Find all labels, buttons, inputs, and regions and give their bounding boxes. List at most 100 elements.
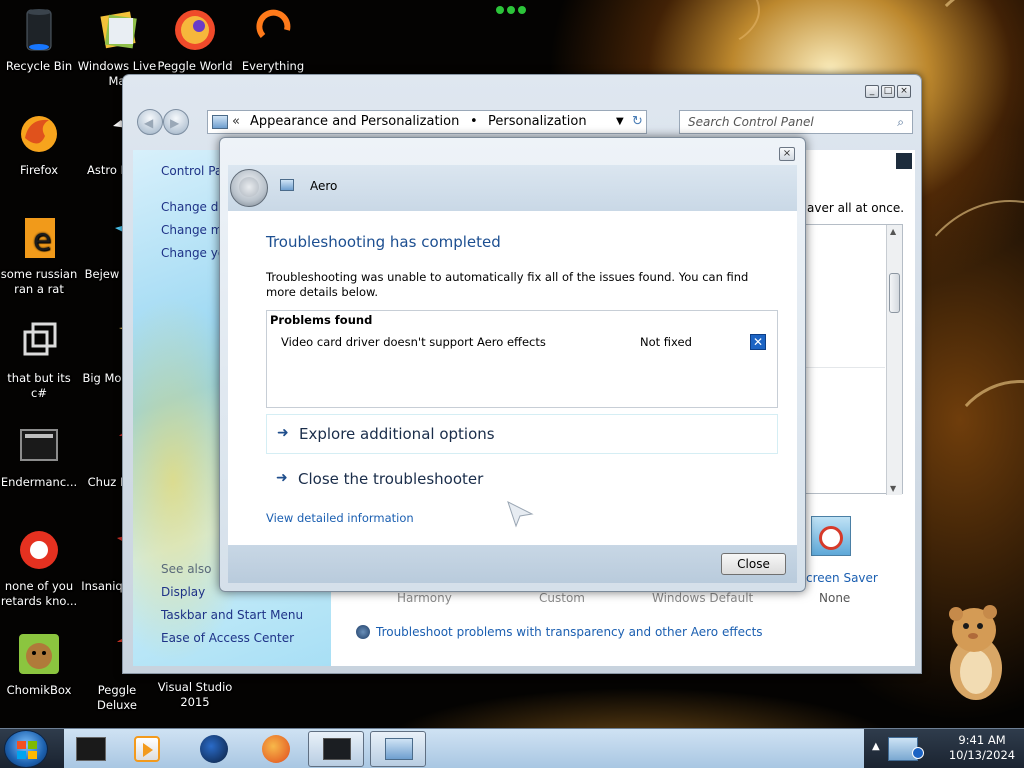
forward-button[interactable]: ▶ xyxy=(163,109,189,135)
app-icon xyxy=(15,422,63,470)
desktop-icon-endermanch[interactable]: Endermanc... xyxy=(0,422,80,490)
address-dropdown-icon[interactable]: ▼ xyxy=(616,111,624,133)
theme-label-custom: Custom xyxy=(539,591,585,605)
close-button[interactable]: Close xyxy=(721,553,786,575)
media-player-icon xyxy=(134,736,160,762)
see-also-link-display[interactable]: Display xyxy=(161,585,205,599)
close-button[interactable]: × xyxy=(897,85,911,98)
clock[interactable]: 9:41 AM 10/13/2024 xyxy=(940,733,1024,763)
see-also-label: See also xyxy=(161,562,212,576)
desktop-icon-none-of-you[interactable]: none of you retards kno... xyxy=(0,526,80,609)
control-panel-icon xyxy=(212,115,228,129)
see-also-link-ease-of-access[interactable]: Ease of Access Center xyxy=(161,631,294,645)
breadcrumb-overflow-icon[interactable]: « xyxy=(232,111,240,133)
back-button[interactable] xyxy=(230,169,268,207)
desktop-icon-visual-studio[interactable]: Visual Studio 2015 xyxy=(154,680,236,710)
theme-list: ▲ ▼ xyxy=(801,224,903,495)
problems-found-header: Problems found xyxy=(270,313,373,327)
theme-list-scrollbar[interactable]: ▲ ▼ xyxy=(886,225,902,495)
no-connection-icon xyxy=(912,747,924,759)
svg-text:e: e xyxy=(33,223,51,258)
dialog-footer: Close xyxy=(228,545,797,583)
maximize-button[interactable]: □ xyxy=(881,85,895,98)
troubleshoot-aero-link[interactable]: Troubleshoot problems with transparency … xyxy=(376,625,763,639)
nav-link-control-panel-home[interactable]: Control Par xyxy=(161,164,227,178)
screen-saver-value: None xyxy=(819,591,851,605)
recycle-bin-icon xyxy=(15,6,63,54)
completion-description: Troubleshooting was unable to automatica… xyxy=(266,270,749,299)
show-hidden-icons-icon[interactable]: ▲ xyxy=(872,741,880,752)
firefox-icon xyxy=(15,110,63,158)
explore-options-label: Explore additional options xyxy=(299,425,495,443)
taskbar-item-control-panel[interactable] xyxy=(370,731,426,767)
screen-saver-icon[interactable] xyxy=(811,516,851,556)
forward-arrow-icon: ▶ xyxy=(170,116,180,130)
top-green-indicator xyxy=(496,4,528,14)
wallpaper-swirl xyxy=(560,0,760,60)
start-button[interactable] xyxy=(4,730,48,768)
problems-found-box: Problems found Video card driver doesn't… xyxy=(266,310,778,408)
system-tray: ▲ 9:41 AM 10/13/2024 xyxy=(864,729,1024,768)
taskbar: ▲ 9:41 AM 10/13/2024 xyxy=(0,728,1024,768)
theme-label-harmony: Harmony xyxy=(397,591,452,605)
windows-logo-icon xyxy=(17,741,37,759)
partial-description: aver all at once. xyxy=(807,201,905,215)
no-sign-icon xyxy=(819,526,843,550)
globe-icon xyxy=(200,735,228,763)
search-icon[interactable]: ⌕ xyxy=(897,111,904,133)
scroll-down-button[interactable]: ▼ xyxy=(890,484,896,493)
desktop-icon-firefox[interactable]: Firefox xyxy=(0,110,80,178)
taskbar-item-firefox[interactable] xyxy=(248,731,304,767)
desktop-icon-recycle-bin[interactable]: Recycle Bin xyxy=(0,6,80,74)
explore-additional-options[interactable]: ➜ Explore additional options xyxy=(266,414,778,454)
peggle-world-icon xyxy=(171,6,219,54)
help-icon[interactable] xyxy=(896,153,912,169)
scroll-thumb[interactable] xyxy=(889,273,900,313)
everything-icon xyxy=(249,6,297,54)
taskbar-item-app-3[interactable] xyxy=(186,731,242,767)
desktop-icon-everything[interactable]: Everything xyxy=(232,6,314,74)
view-detailed-information-link[interactable]: View detailed information xyxy=(266,511,414,525)
refresh-icon[interactable]: ↻ xyxy=(632,111,643,133)
desktop-icon-peggle-world[interactable]: Peggle World xyxy=(154,6,236,74)
app-icon xyxy=(15,526,63,574)
dialog-header: Aero xyxy=(228,165,797,211)
desktop-icon-that-but-its-csharp[interactable]: that but its c# xyxy=(0,318,80,401)
not-fixed-x-icon: ✕ xyxy=(750,334,766,350)
aero-icon xyxy=(280,179,294,191)
arrow-right-icon: ➜ xyxy=(276,470,288,486)
theme-label-windows-default: Windows Default xyxy=(652,591,754,605)
dialog-title: Aero xyxy=(310,179,338,193)
breadcrumb-item-personalization[interactable]: Personalization xyxy=(488,111,587,133)
breadcrumb-item-appearance[interactable]: Appearance and Personalization xyxy=(250,111,459,133)
screen-saver-label[interactable]: creen Saver xyxy=(806,571,878,585)
app-icon xyxy=(76,737,106,761)
address-bar[interactable]: « Appearance and Personalization • Perso… xyxy=(207,110,647,134)
see-also-link-taskbar[interactable]: Taskbar and Start Menu xyxy=(161,608,303,622)
minimize-button[interactable]: _ xyxy=(865,85,879,98)
dialog-close-button[interactable]: × xyxy=(779,147,795,161)
breadcrumb-separator: • xyxy=(470,114,478,129)
desktop-icon-some-russian[interactable]: e some russian ran a rat xyxy=(0,214,80,297)
scroll-up-button[interactable]: ▲ xyxy=(890,227,896,236)
taskbar-item-app-1[interactable] xyxy=(64,731,120,767)
dialog-body: Troubleshooting has completed Troublesho… xyxy=(228,211,797,545)
taskbar-item-window-1[interactable] xyxy=(308,731,364,767)
taskbar-item-media-player[interactable] xyxy=(120,731,176,767)
desktop-icon-chomikbox[interactable]: ChomikBox xyxy=(0,630,80,698)
arrow-right-icon: ➜ xyxy=(277,425,289,441)
back-button[interactable]: ◀ xyxy=(137,109,163,135)
search-input[interactable]: Search Control Panel ⌕ xyxy=(679,110,913,134)
clock-time: 9:41 AM xyxy=(958,733,1006,747)
control-panel-icon xyxy=(385,738,413,760)
windows-live-icon xyxy=(93,6,141,54)
close-troubleshooter-label: Close the troubleshooter xyxy=(298,470,484,488)
back-arrow-icon xyxy=(239,177,259,197)
clock-date: 10/13/2024 xyxy=(948,748,1016,762)
close-the-troubleshooter[interactable]: ➜ Close the troubleshooter xyxy=(266,460,778,500)
firefox-icon xyxy=(262,735,290,763)
navigation-bar: ◀ ▶ « Appearance and Personalization • P… xyxy=(133,109,915,135)
taskbar-band xyxy=(64,729,864,768)
problem-name: Video card driver doesn't support Aero e… xyxy=(281,335,546,349)
problem-status: Not fixed xyxy=(640,335,692,349)
